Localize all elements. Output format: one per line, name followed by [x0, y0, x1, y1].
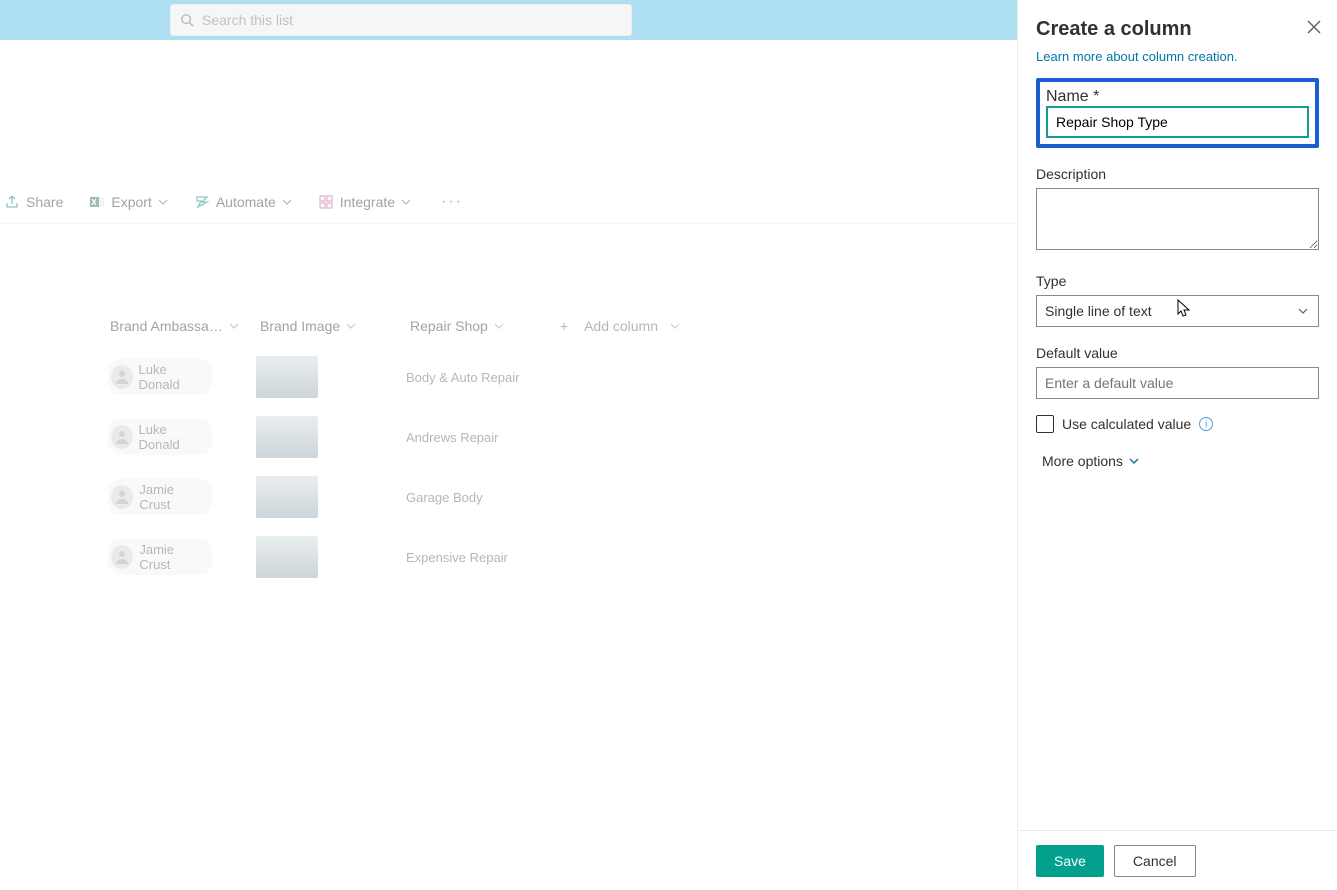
chevron-down-icon [1129, 456, 1139, 466]
avatar-icon [111, 545, 133, 569]
integrate-label: Integrate [340, 194, 395, 210]
table-row[interactable]: Jamie Crust Garage Body [0, 467, 800, 527]
chevron-down-icon [1298, 306, 1308, 316]
cursor-icon [1177, 299, 1191, 317]
column-headers-row: Brand Ambassa… Brand Image Repair Shop +… [0, 305, 800, 347]
automate-label: Automate [216, 194, 276, 210]
person-pill[interactable]: Jamie Crust [108, 479, 212, 515]
person-name: Jamie Crust [139, 482, 204, 512]
column-header-image[interactable]: Brand Image [260, 318, 410, 334]
person-name: Luke Donald [139, 422, 204, 452]
avatar-icon [111, 365, 133, 389]
chevron-down-icon [229, 321, 239, 331]
calculated-value-checkbox[interactable] [1036, 415, 1054, 433]
chevron-down-icon [494, 321, 504, 331]
learn-more-link[interactable]: Learn more about column creation. [1036, 49, 1319, 64]
avatar-icon [111, 485, 133, 509]
close-button[interactable] [1307, 20, 1321, 34]
table-row[interactable]: Luke Donald Andrews Repair [0, 407, 800, 467]
chevron-down-icon [670, 321, 680, 331]
create-column-panel: Create a column Learn more about column … [1017, 0, 1337, 890]
add-column-button[interactable]: + Add column [560, 318, 680, 334]
integrate-icon [318, 194, 334, 210]
info-icon[interactable]: i [1199, 417, 1213, 431]
column-header-ambassador[interactable]: Brand Ambassa… [110, 318, 260, 334]
panel-footer: Save Cancel [1018, 830, 1337, 890]
panel-title: Create a column [1036, 18, 1319, 41]
table-row[interactable]: Luke Donald Body & Auto Repair [0, 347, 800, 407]
person-name: Jamie Crust [139, 542, 204, 572]
save-label: Save [1054, 853, 1086, 869]
export-button[interactable]: Export [85, 188, 171, 216]
repair-shop-cell: Expensive Repair [406, 550, 508, 565]
repair-shop-cell: Body & Auto Repair [406, 370, 519, 385]
automate-button[interactable]: Automate [190, 188, 296, 216]
type-select[interactable]: Single line of text [1036, 295, 1319, 327]
type-label: Type [1036, 273, 1319, 289]
excel-icon [89, 194, 105, 210]
chevron-down-icon [401, 197, 411, 207]
more-commands-button[interactable]: ··· [433, 189, 471, 215]
person-pill[interactable]: Jamie Crust [108, 539, 212, 575]
add-column-label: Add column [584, 318, 658, 334]
integrate-button[interactable]: Integrate [314, 188, 415, 216]
share-icon [4, 194, 20, 210]
more-options-toggle[interactable]: More options [1042, 453, 1319, 469]
person-name: Luke Donald [139, 362, 204, 392]
name-field-highlight: Name * [1036, 78, 1319, 148]
command-bar: Share Export Automate Integrate ··· [0, 180, 1017, 224]
share-label: Share [26, 194, 63, 210]
list-area: Brand Ambassa… Brand Image Repair Shop +… [0, 305, 800, 587]
column-header-shop[interactable]: Repair Shop [410, 318, 560, 334]
share-button[interactable]: Share [0, 188, 67, 216]
person-pill[interactable]: Luke Donald [108, 359, 212, 395]
brand-image-thumbnail[interactable] [256, 356, 318, 398]
export-label: Export [111, 194, 151, 210]
cancel-label: Cancel [1133, 853, 1177, 869]
name-input[interactable] [1046, 106, 1309, 138]
search-icon [180, 13, 194, 27]
column-header-label: Brand Image [260, 318, 340, 334]
repair-shop-cell: Andrews Repair [406, 430, 499, 445]
chevron-down-icon [158, 197, 168, 207]
description-label: Description [1036, 166, 1319, 182]
description-input[interactable] [1036, 188, 1319, 250]
brand-image-thumbnail[interactable] [256, 476, 318, 518]
brand-image-thumbnail[interactable] [256, 536, 318, 578]
chevron-down-icon [346, 321, 356, 331]
column-header-label: Brand Ambassa… [110, 318, 223, 334]
type-value: Single line of text [1045, 303, 1152, 319]
person-pill[interactable]: Luke Donald [108, 419, 212, 455]
column-header-label: Repair Shop [410, 318, 488, 334]
chevron-down-icon [282, 197, 292, 207]
more-options-label: More options [1042, 453, 1123, 469]
repair-shop-cell: Garage Body [406, 490, 483, 505]
plus-icon: + [560, 318, 568, 334]
name-label: Name * [1046, 88, 1099, 105]
default-value-label: Default value [1036, 345, 1319, 361]
save-button[interactable]: Save [1036, 845, 1104, 877]
search-box[interactable] [170, 4, 632, 36]
cancel-button[interactable]: Cancel [1114, 845, 1196, 877]
table-row[interactable]: Jamie Crust Expensive Repair [0, 527, 800, 587]
calculated-value-label: Use calculated value [1062, 416, 1191, 432]
search-input[interactable] [202, 12, 622, 28]
default-value-input[interactable] [1036, 367, 1319, 399]
automate-icon [194, 194, 210, 210]
avatar-icon [111, 425, 133, 449]
brand-image-thumbnail[interactable] [256, 416, 318, 458]
